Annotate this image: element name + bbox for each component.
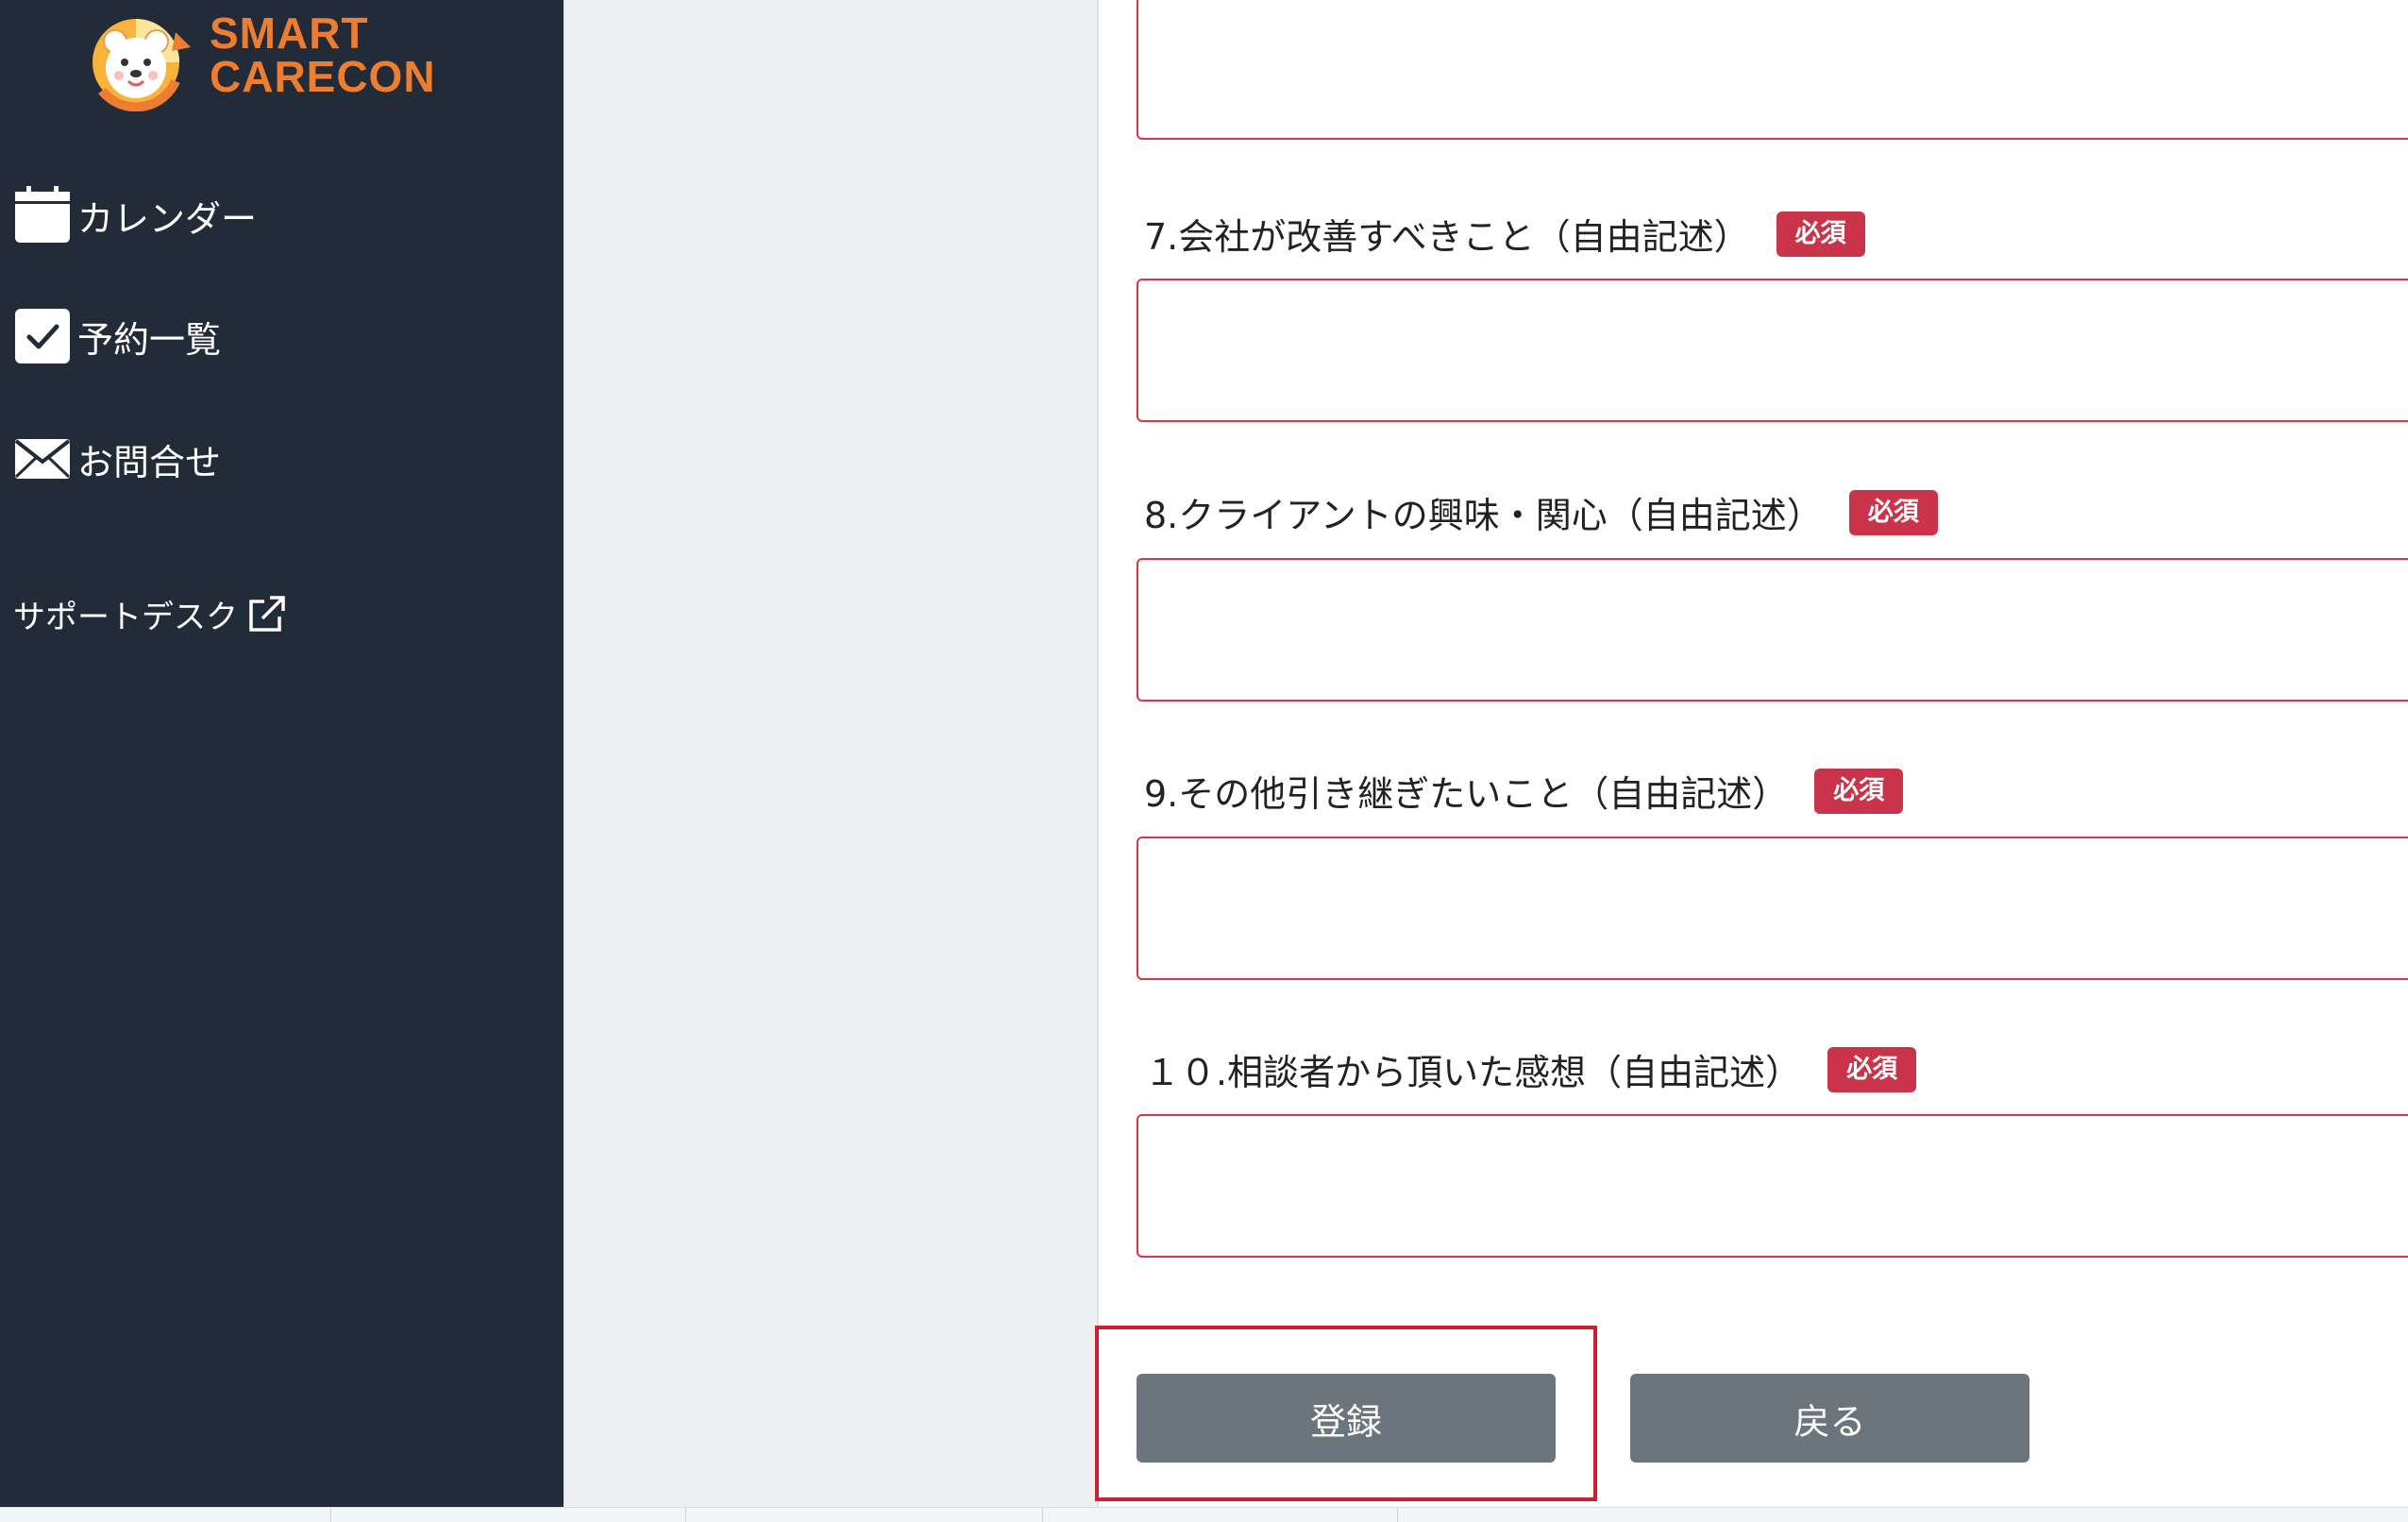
sidebar-item-label: 予約一覧 xyxy=(77,318,222,361)
question-9-textarea[interactable] xyxy=(1137,837,2408,980)
bear-logo-icon xyxy=(93,19,191,111)
sidebar-item-contact[interactable]: お問合せ xyxy=(13,429,221,489)
question-10-label: １０.相談者から頂いた感想（自由記述） 必須 xyxy=(1144,1043,1917,1095)
question-text: 8.クライアントの興味・関心（自由記述） xyxy=(1144,495,1823,536)
sidebar: SMART CARECON カレンダー 予約一覧 お問合せ サポートデスク xyxy=(0,0,564,1507)
external-link-icon xyxy=(249,595,285,632)
required-badge: 必須 xyxy=(1776,211,1865,257)
submit-button[interactable]: 登録 xyxy=(1137,1374,1556,1463)
question-text: 7.会社が改善すべきこと（自由記述） xyxy=(1144,216,1750,258)
brand-line-2: CARECON xyxy=(210,52,436,101)
question-text: 9.その他引き継ぎたいこと（自由記述） xyxy=(1144,773,1789,815)
sidebar-item-reservations[interactable]: 予約一覧 xyxy=(13,306,221,366)
question-8-textarea[interactable] xyxy=(1137,558,2408,702)
sidebar-item-label: お問合せ xyxy=(77,441,222,483)
required-badge: 必須 xyxy=(1848,489,1938,535)
back-button[interactable]: 戻る xyxy=(1630,1374,2029,1463)
checkbox-icon xyxy=(15,309,70,364)
question-9-label: 9.その他引き継ぎたいこと（自由記述） 必須 xyxy=(1144,765,1904,817)
question-7-label: 7.会社が改善すべきこと（自由記述） 必須 xyxy=(1144,208,1865,260)
horizontal-scrollbar[interactable] xyxy=(0,1507,2408,1522)
question-10-textarea[interactable] xyxy=(1137,1114,2408,1258)
question-7-textarea[interactable] xyxy=(1137,279,2408,422)
question-text: １０.相談者から頂いた感想（自由記述） xyxy=(1144,1052,1802,1093)
required-badge: 必須 xyxy=(1814,768,1904,814)
calendar-icon xyxy=(15,186,70,243)
mail-icon xyxy=(14,439,71,479)
logo[interactable]: SMART CARECON xyxy=(85,9,481,113)
support-desk-link[interactable]: サポートデスク xyxy=(13,591,287,637)
required-badge: 必須 xyxy=(1827,1046,1917,1092)
sidebar-item-calendar[interactable]: カレンダー xyxy=(13,185,257,245)
sidebar-item-label: カレンダー xyxy=(77,197,258,240)
previous-answer-textarea[interactable] xyxy=(1137,0,2408,140)
question-8-label: 8.クライアントの興味・関心（自由記述） 必須 xyxy=(1144,486,1938,538)
brand-name: SMART CARECON xyxy=(210,11,436,98)
brand-line-1: SMART xyxy=(210,8,369,58)
support-desk-label: サポートデスク xyxy=(13,599,238,636)
